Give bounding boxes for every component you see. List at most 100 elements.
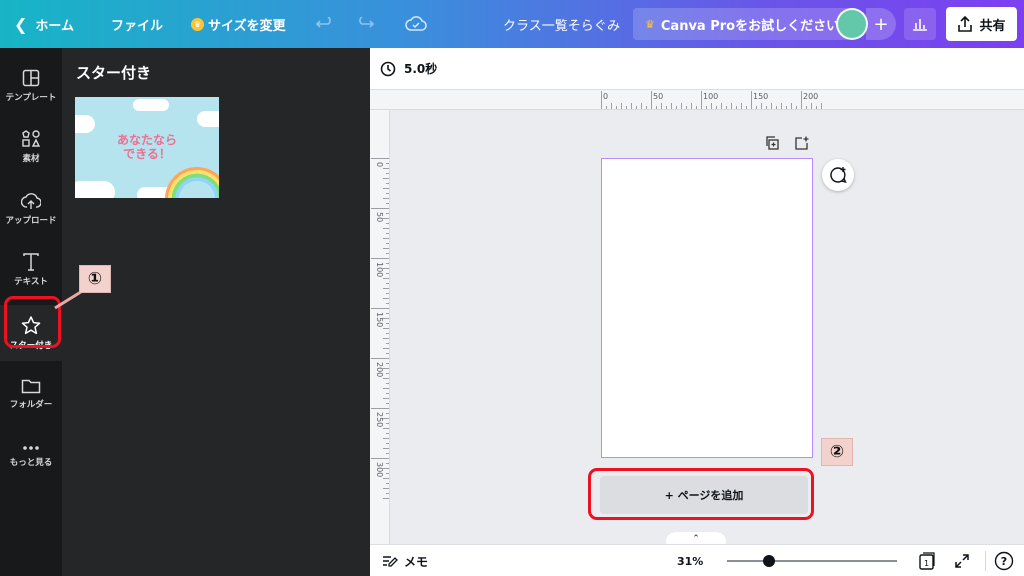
ruler-tick	[386, 333, 389, 334]
ruler-tick	[621, 103, 622, 109]
ruler-tick	[386, 193, 389, 194]
ruler-tick	[386, 173, 389, 174]
ruler-tick	[631, 103, 632, 109]
duration-bar[interactable]: 5.0秒	[370, 48, 1024, 90]
ruler-tick	[383, 278, 389, 279]
ruler-tick	[716, 106, 717, 109]
divider	[985, 551, 986, 571]
ruler-label: 200	[803, 92, 819, 101]
ruler-horizontal: 0 50 100 150 200	[370, 90, 1024, 110]
ruler-tick	[383, 188, 389, 189]
pages-icon: 1	[919, 552, 935, 570]
ruler-tick	[736, 106, 737, 109]
ruler-tick	[801, 91, 802, 109]
zoom-slider[interactable]	[727, 560, 897, 562]
duration-label: 5.0秒	[404, 62, 438, 76]
ruler-tick	[666, 106, 667, 109]
step-marker-2: ②	[821, 438, 853, 466]
ruler-tick	[386, 253, 389, 254]
duplicate-page-button[interactable]	[762, 134, 782, 152]
comment-plus-icon	[830, 167, 847, 184]
ruler-tick	[386, 483, 389, 484]
ruler-tick	[726, 106, 727, 109]
add-page-top-button[interactable]	[792, 134, 812, 152]
ruler-tick	[383, 398, 389, 399]
clock-icon	[380, 61, 396, 76]
ruler-tick	[706, 106, 707, 109]
ruler-tick	[383, 248, 389, 249]
ruler-tick	[386, 223, 389, 224]
ruler-tick	[383, 448, 389, 449]
ruler-tick	[371, 208, 389, 209]
ruler-tick	[636, 106, 637, 109]
ruler-tick	[781, 103, 782, 109]
ruler-tick	[383, 388, 389, 389]
ruler-tick	[816, 106, 817, 109]
ruler-tick	[383, 498, 389, 499]
ruler-tick	[371, 308, 389, 309]
ruler-tick	[383, 348, 389, 349]
expand-icon	[955, 554, 969, 568]
ruler-tick	[386, 443, 389, 444]
ruler-tick	[383, 428, 389, 429]
ruler-tick	[386, 243, 389, 244]
ruler-tick	[676, 106, 677, 109]
ruler-tick	[383, 368, 389, 369]
step-marker-1: ①	[79, 265, 111, 293]
ruler-tick	[386, 283, 389, 284]
ruler-tick	[696, 106, 697, 109]
ruler-label: 300	[375, 462, 384, 478]
ruler-tick	[686, 106, 687, 109]
ruler-tick	[771, 103, 772, 109]
page-count-button[interactable]: 1	[918, 545, 936, 576]
ruler-tick	[606, 106, 607, 109]
notes-button[interactable]: メモ	[382, 545, 428, 576]
ruler-tick	[601, 91, 602, 109]
fullscreen-button[interactable]	[954, 545, 970, 576]
highlight-box-add-page	[588, 468, 814, 520]
help-icon: ?	[994, 551, 1014, 571]
ruler-tick	[671, 103, 672, 109]
ruler-tick	[651, 91, 652, 109]
ruler-tick	[383, 268, 389, 269]
bottom-bar: メモ 31% 1 ?	[370, 544, 1024, 576]
zoom-slider-handle[interactable]	[763, 555, 776, 567]
ruler-tick	[386, 233, 389, 234]
ruler-tick	[776, 106, 777, 109]
ruler-tick	[386, 203, 389, 204]
ruler-tick	[741, 103, 742, 109]
ruler-tick	[386, 303, 389, 304]
ruler-tick	[386, 273, 389, 274]
ruler-tick	[756, 106, 757, 109]
ruler-tick	[616, 106, 617, 109]
ruler-tick	[386, 293, 389, 294]
add-comment-button[interactable]	[822, 159, 854, 191]
ruler-tick	[386, 493, 389, 494]
ruler-tick	[383, 378, 389, 379]
ruler-label: 200	[375, 362, 384, 378]
ruler-tick	[386, 423, 389, 424]
ruler-tick	[386, 363, 389, 364]
ruler-tick	[386, 343, 389, 344]
ruler-tick	[371, 258, 389, 259]
ruler-tick	[383, 438, 389, 439]
ruler-tick	[761, 103, 762, 109]
ruler-vertical: 0 50 100 150 200 250 300	[370, 110, 390, 544]
ruler-tick	[383, 288, 389, 289]
ruler-tick	[386, 323, 389, 324]
ruler-tick	[386, 453, 389, 454]
ruler-tick	[386, 353, 389, 354]
ruler-tick	[681, 103, 682, 109]
ruler-label: 0	[375, 162, 384, 168]
ruler-tick	[383, 298, 389, 299]
design-page-canvas[interactable]	[601, 158, 813, 458]
ruler-tick	[611, 103, 612, 109]
zoom-percentage[interactable]: 31%	[677, 545, 703, 576]
ruler-tick	[646, 106, 647, 109]
ruler-tick	[383, 178, 389, 179]
page-tools	[762, 134, 812, 152]
ruler-tick	[386, 383, 389, 384]
ruler-tick	[386, 403, 389, 404]
help-button[interactable]: ?	[994, 545, 1014, 576]
ruler-tick	[383, 168, 389, 169]
